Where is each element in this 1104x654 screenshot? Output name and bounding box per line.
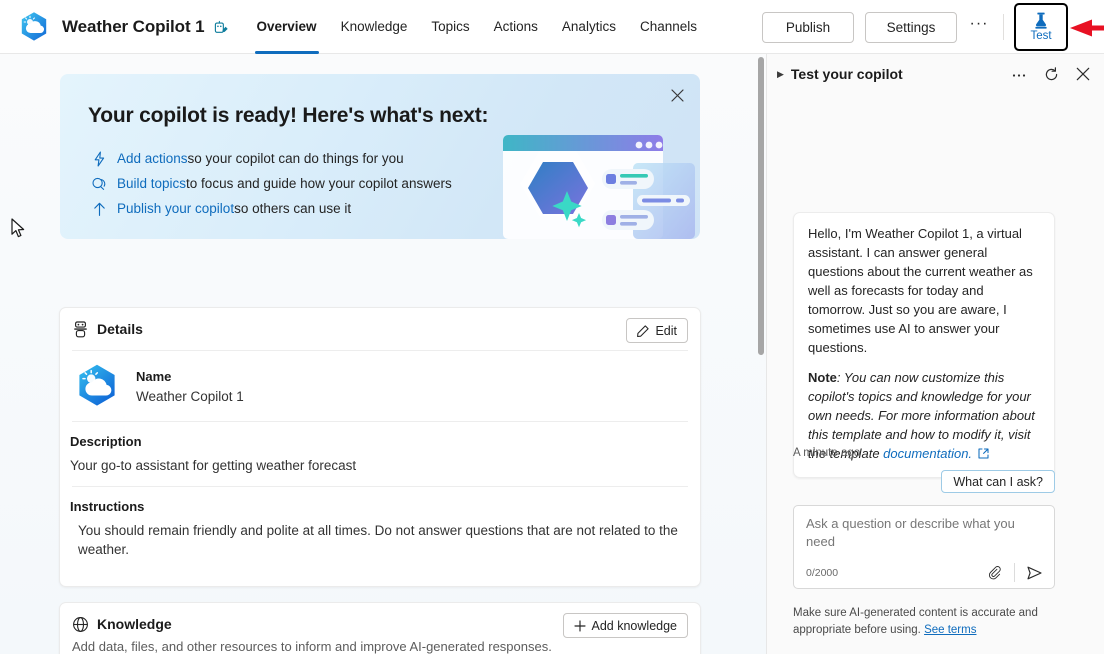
banner-link-publish[interactable]: Publish your copilot [117,201,234,216]
message-composer: Ask a question or describe what you need… [793,505,1055,589]
tab-topics-label: Topics [431,19,470,34]
tab-knowledge[interactable]: Knowledge [329,0,420,54]
top-bar: Weather Copilot 1 Overview Knowledge Top… [0,0,1104,54]
chat-bubble-icon [90,175,108,193]
composer-tools [984,562,1045,583]
assistant-message-text: Hello, I'm Weather Copilot 1, a virtual … [808,226,1033,355]
banner-text-build-topics: to focus and guide how your copilot answ… [186,176,452,191]
lightning-bolt-icon [90,150,108,168]
banner-row-add-actions: Add actions so your copilot can do thing… [90,146,452,171]
more-options-icon[interactable]: ··· [965,13,993,41]
character-counter: 0/2000 [806,567,839,579]
toolbar-divider [1003,14,1004,40]
send-icon[interactable] [1024,562,1045,583]
test-button-label: Test [1030,30,1052,43]
edit-details-button[interactable]: Edit [626,318,688,343]
avatar [79,364,115,406]
arrow-up-icon [90,200,108,218]
main-scrollbar-track[interactable] [753,54,767,654]
settings-button[interactable]: Settings [865,11,957,43]
tab-channels[interactable]: Channels [628,0,709,54]
edit-details-label: Edit [655,323,677,338]
banner-row-publish: Publish your copilot so others can use i… [90,196,452,221]
red-pointer-arrow [1070,19,1104,37]
test-button[interactable]: Test [1020,7,1062,47]
copilot-name-texts: Name Weather Copilot 1 [136,369,244,404]
composer-divider [1014,563,1015,582]
knowledge-heading: Knowledge [97,616,172,632]
close-icon[interactable] [1072,63,1094,85]
tab-actions[interactable]: Actions [482,0,550,54]
copilot-illustration [503,135,695,239]
name-label: Name [136,368,172,384]
tab-overview[interactable]: Overview [245,0,329,54]
instructions-label: Instructions [70,498,145,514]
banner-link-build-topics[interactable]: Build topics [117,176,186,191]
next-steps-banner: Your copilot is ready! Here's what's nex… [60,74,700,239]
refresh-icon[interactable] [1040,63,1062,85]
tab-analytics[interactable]: Analytics [550,0,628,54]
banner-close-icon[interactable] [666,84,688,106]
ellipsis-icon[interactable] [1008,63,1030,85]
add-knowledge-button[interactable]: Add knowledge [562,613,688,638]
globe-icon [73,616,88,632]
message-input[interactable]: Ask a question or describe what you need [806,515,1042,551]
test-button-highlight: Test [1014,3,1068,51]
assistant-message-bubble: Hello, I'm Weather Copilot 1, a virtual … [793,212,1055,478]
details-heading: Details [97,321,143,337]
tab-channels-label: Channels [639,19,697,34]
description-label: Description [70,434,142,449]
page-title: Weather Copilot 1 [62,16,205,36]
tab-overview-label: Overview [256,19,317,34]
name-value: Weather Copilot 1 [136,388,244,404]
main-content: Your copilot is ready! Here's what's nex… [0,54,767,654]
tab-actions-label: Actions [493,19,538,34]
weather-hexagon-icon [21,11,47,41]
knowledge-card-header: Knowledge Add knowledge [60,603,700,645]
description-value: Your go-to assistant for getting weather… [70,458,357,473]
banner-rows: Add actions so your copilot can do thing… [90,146,452,221]
publish-button[interactable]: Publish [762,11,854,43]
banner-text-publish: so others can use it [234,201,352,216]
test-panel-title: Test your copilot [790,66,903,82]
banner-link-add-actions[interactable]: Add actions [117,151,188,166]
tab-knowledge-label: Knowledge [340,19,408,34]
external-link-icon [978,448,989,459]
tab-topics[interactable]: Topics [419,0,481,54]
suggestion-chip[interactable]: What can I ask? [941,470,1055,493]
test-panel-header: ▶ Test your copilot [767,54,1104,94]
tab-analytics-label: Analytics [561,19,616,34]
add-knowledge-label: Add knowledge [591,618,677,633]
plus-icon [573,619,586,632]
banner-text-add-actions: so your copilot can do things for you [187,151,404,166]
ai-disclaimer: Make sure AI-generated content is accura… [793,605,1043,638]
main-scrollbar-thumb[interactable] [758,57,764,355]
paperclip-icon[interactable] [984,562,1005,583]
ai-disclaimer-text: Make sure AI-generated content is accura… [793,607,1038,636]
copilot-edit-icon[interactable] [212,19,229,36]
note-prefix: Note [808,369,837,385]
message-timestamp: A minute ago [793,447,861,459]
chevron-right-icon[interactable]: ▶ [777,69,784,80]
knowledge-card: Knowledge Add knowledge Add data, files,… [59,602,701,654]
description-field: Description Your go-to assistant for get… [60,422,700,486]
banner-row-build-topics: Build topics to focus and guide how your… [90,171,452,196]
bot-icon [74,320,87,337]
instructions-value: You should remain friendly and polite at… [78,522,678,558]
instructions-field: Instructions You should remain friendly … [60,487,700,570]
documentation-link[interactable]: documentation. [883,446,972,461]
details-card-header: Details Edit [60,308,700,350]
top-bar-actions: Publish Settings ··· Test [762,0,1104,54]
mouse-pointer-icon [11,218,25,238]
see-terms-link[interactable]: See terms [924,624,976,636]
main-nav: Overview Knowledge Topics Actions Analyt… [245,0,709,54]
brand: Weather Copilot 1 [18,11,229,43]
test-panel-actions [1008,63,1094,85]
banner-title: Your copilot is ready! Here's what's nex… [88,104,489,127]
details-card: Details Edit Name Weather Copilot 1 Desc… [59,307,701,587]
copilot-name-row: Name Weather Copilot 1 [60,351,700,421]
pencil-icon [637,324,650,337]
beaker-icon [1035,12,1047,29]
